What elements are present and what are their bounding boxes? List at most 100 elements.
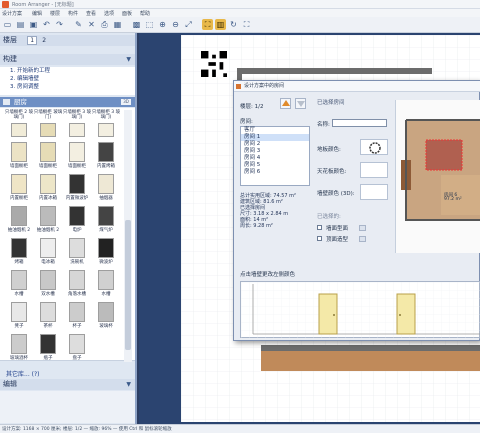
room-list-item[interactable]: 房间 2 <box>241 141 309 148</box>
catalog-item[interactable]: 只墙橱柜 3 玻璃门) <box>92 110 120 146</box>
wall-color-swatch[interactable] <box>360 184 388 200</box>
zoom-out-icon[interactable]: ⊖ <box>170 19 181 30</box>
catalog-item[interactable]: 水槽 <box>93 270 119 306</box>
catalog-item[interactable]: 茶杯 <box>35 302 61 338</box>
catalog-item-thumbnail <box>98 206 114 226</box>
zoom-all-icon[interactable]: ⛶ <box>202 19 213 30</box>
catalog-scrollbar[interactable] <box>124 110 132 362</box>
catalog-item[interactable]: 只墙橱柜 玻璃门) <box>34 110 62 146</box>
chevron-down-icon[interactable]: ▼ <box>126 379 131 390</box>
catalog-item-label: 墙面橱柜 <box>39 164 57 169</box>
delete-icon[interactable]: ✕ <box>86 19 97 30</box>
more-libraries-link[interactable]: 其它库... (?) <box>6 369 40 378</box>
room-list-item[interactable]: 房间 1 <box>241 134 309 141</box>
catalog-item[interactable]: 水槽 <box>6 270 32 306</box>
catalog-item[interactable]: 墙面橱柜 <box>6 142 32 178</box>
catalog-item[interactable]: 洗碗机 <box>64 238 90 274</box>
catalog-item[interactable]: 烤箱 <box>6 238 32 274</box>
catalog-item[interactable]: 瓶子 <box>35 334 61 370</box>
catalog-item[interactable]: 盘子 <box>64 334 90 370</box>
wall-profile-button[interactable] <box>359 225 366 231</box>
catalog-item[interactable]: 电冰箱 <box>35 238 61 274</box>
check-ceiling-profile[interactable] <box>317 236 322 241</box>
catalog-item[interactable]: 电炉 <box>64 206 90 242</box>
floor-color-swatch[interactable] <box>360 139 388 155</box>
undo-icon[interactable]: ↶ <box>41 19 52 30</box>
menu-item[interactable]: 选项 <box>104 10 114 17</box>
print-icon[interactable]: ⎙ <box>99 19 110 30</box>
menu-item[interactable]: 编辑 <box>32 10 42 17</box>
save-icon[interactable]: ▣ <box>28 19 39 30</box>
build-step[interactable]: 2. 编辑墙壁 <box>0 75 135 83</box>
scrollbar-thumb[interactable] <box>125 220 131 350</box>
grid-icon[interactable]: ▩ <box>131 19 142 30</box>
fullscreen-icon[interactable]: ⛶ <box>241 19 252 30</box>
menu-item[interactable]: 查看 <box>86 10 96 17</box>
catalog-item-label: 内置冰箱 <box>39 196 57 201</box>
catalog-item-label: 双水槽 <box>41 292 55 297</box>
3d-badge[interactable]: 3D <box>121 99 131 105</box>
chevron-down-icon[interactable]: ▼ <box>126 54 131 65</box>
room-list-item[interactable]: 房间 5 <box>241 162 309 169</box>
wall-elevation-view[interactable] <box>240 281 480 339</box>
catalog-item[interactable]: 内置烤箱 <box>93 142 119 178</box>
catalog-item[interactable]: 抽油烟机 2 <box>6 206 32 242</box>
room-name-input[interactable] <box>332 119 387 127</box>
build-step[interactable]: 1. 开始新的工程 <box>0 67 135 75</box>
category-header[interactable]: 厨房 3D <box>0 97 135 107</box>
catalog-item[interactable]: 墙面橱柜 <box>64 142 90 178</box>
floor-tab-1[interactable]: 1 <box>27 36 38 45</box>
camera-icon[interactable]: ▦ <box>112 19 123 30</box>
ceiling-color-swatch[interactable] <box>360 162 388 178</box>
catalog-item[interactable]: 内置橱柜 <box>6 174 32 210</box>
floors-icon[interactable]: ▥ <box>215 19 226 30</box>
zoom-fit-icon[interactable]: ⤢ <box>183 19 194 30</box>
catalog-item-label: 内置橱柜 <box>10 196 28 201</box>
catalog-item[interactable]: 内置冰箱 <box>35 174 61 210</box>
catalog-item[interactable]: 凳子 <box>6 302 32 338</box>
menu-item[interactable]: 帮助 <box>140 10 150 17</box>
floor-up-icon[interactable] <box>280 98 291 109</box>
room-floor[interactable] <box>261 351 480 371</box>
check-wall-profile[interactable] <box>317 225 322 230</box>
check-wall-profile-label: 墙面型面 <box>326 226 349 232</box>
room-list-item[interactable]: 房间 3 <box>241 148 309 155</box>
select-icon[interactable]: ⬚ <box>144 19 155 30</box>
menu-item[interactable]: 设计方案 <box>2 10 22 17</box>
catalog-item-label: 抽烟器 <box>99 196 113 201</box>
catalog-item[interactable]: 角落水槽 <box>64 270 90 306</box>
catalog-item[interactable]: 双水槽 <box>35 270 61 306</box>
catalog-item[interactable]: 微波炉 <box>93 238 119 274</box>
rotate-icon[interactable]: ↻ <box>228 19 239 30</box>
ceiling-profile-button[interactable] <box>359 236 366 242</box>
open-icon[interactable]: ▤ <box>15 19 26 30</box>
menu-item[interactable]: 构件 <box>68 10 78 17</box>
catalog-item[interactable]: 内置微波炉 <box>64 174 90 210</box>
rooms-list[interactable]: 客厅 房间 1 房间 2 房间 3 房间 4 房间 5 房间 6 <box>240 126 310 186</box>
floor-tab-2[interactable]: 2 <box>42 37 46 44</box>
menu-item[interactable]: 面板 <box>122 10 132 17</box>
catalog-item[interactable]: 玻璃酒杯 <box>6 334 32 370</box>
catalog-item[interactable]: 只墙橱柜 3 玻璃门) <box>63 110 91 146</box>
catalog-item[interactable]: 只墙橱柜 2 玻璃门) <box>5 110 33 146</box>
catalog-item[interactable]: 抽烟器 <box>93 174 119 210</box>
catalog-item[interactable]: 杯子 <box>64 302 90 338</box>
wall[interactable] <box>237 68 432 74</box>
floor-color-label: 地板颜色: <box>317 147 341 153</box>
catalog-item[interactable]: 玻璃杯 <box>93 302 119 338</box>
catalog-item[interactable]: 墙面橱柜 <box>35 142 61 178</box>
build-header[interactable]: 构建 ▼ <box>0 54 135 65</box>
room-list-item[interactable]: 客厅 <box>241 127 309 134</box>
edit-header[interactable]: 编辑 ▼ <box>0 379 135 390</box>
redo-icon[interactable]: ↷ <box>54 19 65 30</box>
new-icon[interactable]: ▭ <box>2 19 13 30</box>
catalog-item[interactable]: 煤气炉 <box>93 206 119 242</box>
brush-icon[interactable]: ✎ <box>73 19 84 30</box>
room-list-item[interactable]: 房间 4 <box>241 155 309 162</box>
build-step[interactable]: 3. 房间调整 <box>0 83 135 91</box>
room-list-item[interactable]: 房间 6 <box>241 169 309 176</box>
catalog-item[interactable]: 抽油烟机 2 <box>35 206 61 242</box>
zoom-in-icon[interactable]: ⊕ <box>157 19 168 30</box>
menu-item[interactable]: 楼层 <box>50 10 60 17</box>
floor-down-icon[interactable] <box>295 98 306 109</box>
